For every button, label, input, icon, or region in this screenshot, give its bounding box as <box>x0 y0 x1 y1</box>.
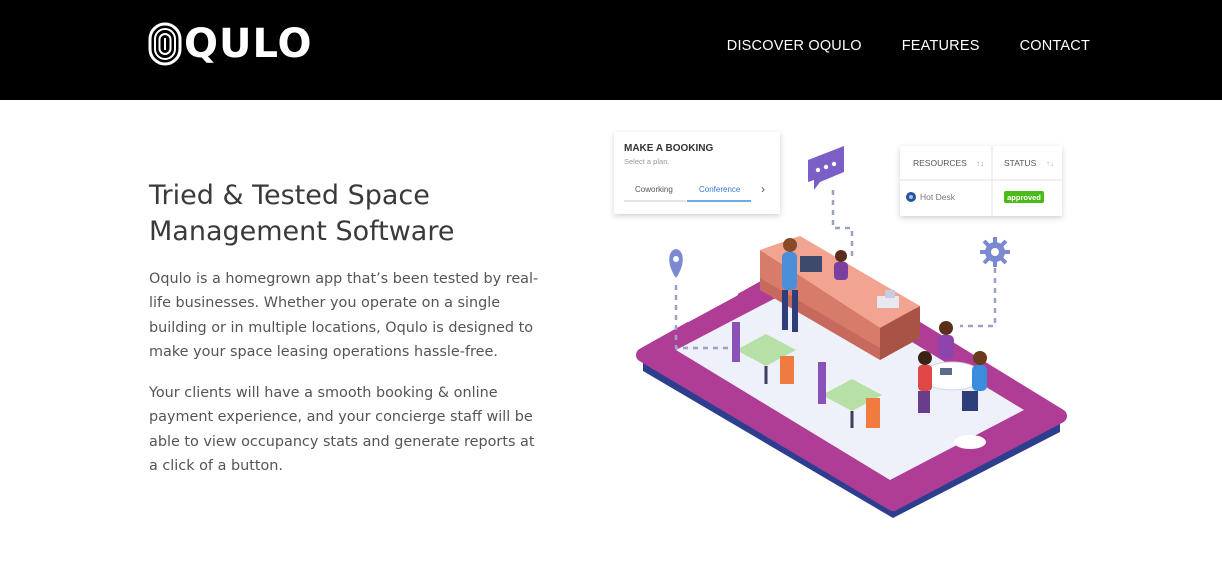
top-navbar: QULO DISCOVER OQULO FEATURES CONTACT <box>0 0 1222 100</box>
status-column-header[interactable]: STATUS <box>1004 158 1037 168</box>
phone-home-button <box>954 435 986 449</box>
hero-title: Tried & Tested Space Management Software <box>149 180 455 247</box>
location-pin-icon <box>669 249 683 278</box>
nav-link-contact[interactable]: CONTACT <box>1020 38 1090 54</box>
hero-paragraph-2: Your clients will have a smooth booking … <box>149 385 535 474</box>
resources-table-card <box>900 146 1062 216</box>
nav-link-features[interactable]: FEATURES <box>902 38 980 54</box>
booking-card-subtitle: Select a plan. <box>624 157 669 166</box>
resource-name-cell: Hot Desk <box>920 192 956 202</box>
booking-tab-conference[interactable]: Conference <box>699 185 741 194</box>
status-sort-icon[interactable]: ↑↓ <box>1046 159 1054 168</box>
booking-next-arrow-icon[interactable]: › <box>761 182 765 196</box>
resources-sort-icon[interactable]: ↑↓ <box>976 159 984 168</box>
fingerprint-logo-icon <box>148 22 182 66</box>
booking-card-title: MAKE A BOOKING <box>624 143 713 154</box>
main-nav: DISCOVER OQULO FEATURES CONTACT <box>727 38 1090 54</box>
gear-icon <box>980 237 1010 267</box>
chat-bubble-icon <box>808 146 844 190</box>
booking-tab-coworking[interactable]: Coworking <box>635 185 673 194</box>
oqulo-logo[interactable]: QULO <box>148 20 313 68</box>
nav-link-discover-oqulo[interactable]: DISCOVER OQULO <box>727 38 862 54</box>
resources-column-header[interactable]: RESOURCES <box>913 158 967 168</box>
logo-wordmark: QULO <box>184 21 313 67</box>
status-badge-label: approved <box>1007 193 1041 202</box>
hero-illustration: MAKE A BOOKING Select a plan. Coworking … <box>614 132 1067 518</box>
hero-paragraph-1: Oqulo is a homegrown app that’s been tes… <box>149 271 539 360</box>
